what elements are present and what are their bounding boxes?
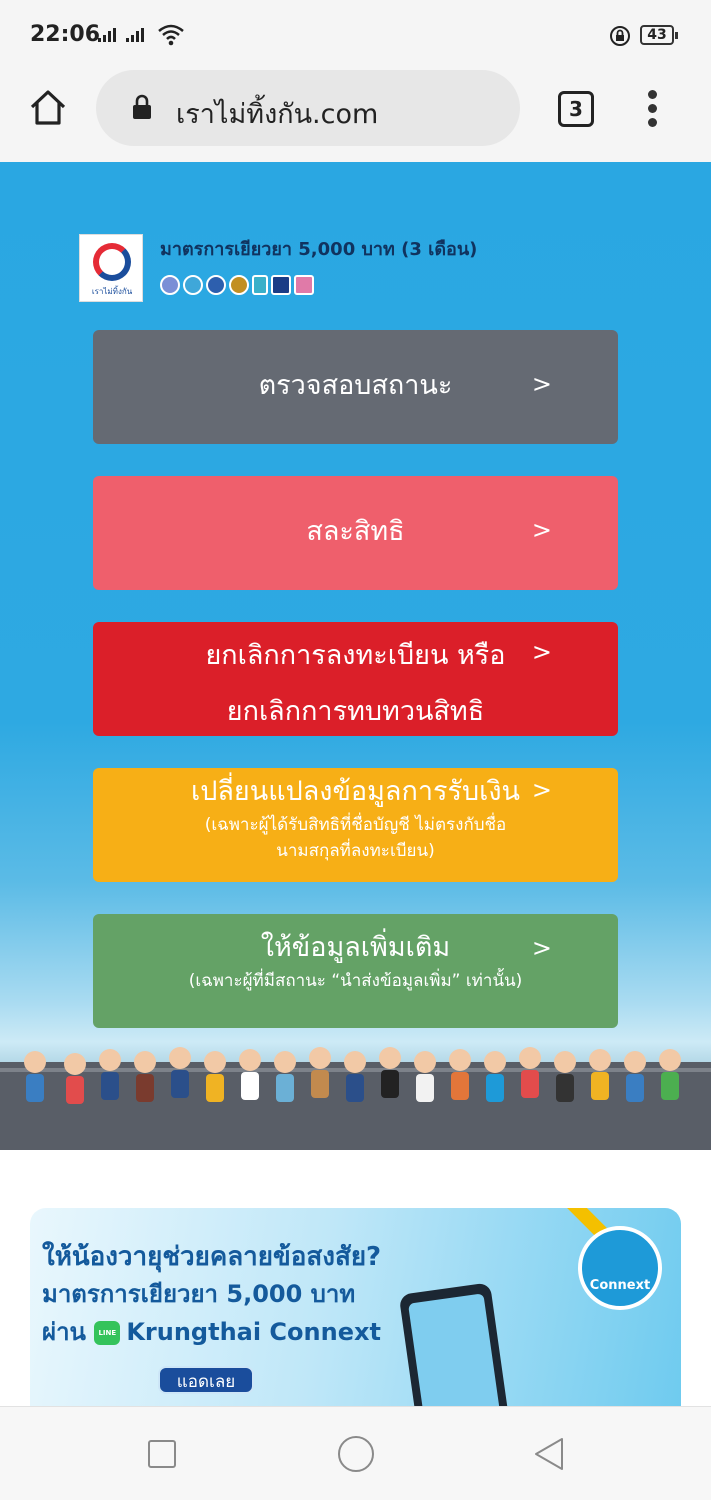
status-bar: 22:06 43 — [0, 0, 711, 70]
banner-channel: ผ่าน LINE Krungthai Connext — [42, 1318, 381, 1346]
line-connext-banner[interactable]: ให้น้องวายุช่วยคลายข้อสงสัย? มาตรการเยีย… — [30, 1208, 681, 1408]
phone-illustration — [398, 1282, 510, 1408]
back-icon[interactable] — [532, 1436, 566, 1472]
battery-icon: 43 — [640, 25, 678, 45]
more-menu-icon[interactable] — [648, 90, 660, 130]
recent-apps-icon[interactable] — [148, 1440, 176, 1468]
crowd-illustration — [24, 1047, 681, 1104]
home-nav-icon[interactable] — [338, 1436, 374, 1472]
browser-toolbar: เราไม่ทิ้งกัน.com 3 — [0, 70, 711, 162]
page-title: มาตรการเยียวยา 5,000 บาท (3 เดือน) — [160, 239, 478, 260]
add-friend-button[interactable]: แอดเลย — [158, 1366, 254, 1394]
main-content: เราไม่ทิ้งกัน มาตรการเยียวยา 5,000 บาท (… — [0, 162, 711, 1150]
system-nav-bar — [0, 1406, 711, 1500]
lock-icon — [133, 94, 151, 119]
cancel-registration-button[interactable]: ยกเลิกการลงทะเบียน หรือ ยกเลิกการทบทวนสิ… — [93, 622, 618, 736]
chevron-right-icon: > — [531, 638, 552, 666]
change-payment-info-button[interactable]: เปลี่ยนแปลงข้อมูลการรับเงิน (เฉพาะผู้ได้… — [93, 768, 618, 882]
chevron-right-icon: > — [531, 934, 552, 962]
chevron-right-icon: > — [531, 370, 552, 398]
home-icon[interactable] — [28, 87, 68, 127]
site-logo: เราไม่ทิ้งกัน — [79, 234, 143, 302]
check-status-button[interactable]: ตรวจสอบสถานะ > — [93, 330, 618, 444]
wifi-icon — [158, 24, 184, 46]
connext-logo: Connext — [578, 1226, 662, 1310]
signal-icon — [126, 28, 144, 42]
waive-rights-button[interactable]: สละสิทธิ > — [93, 476, 618, 590]
line-app-icon: LINE — [94, 1321, 121, 1345]
address-bar[interactable]: เราไม่ทิ้งกัน.com — [96, 70, 520, 146]
chevron-right-icon: > — [531, 776, 552, 804]
tab-switcher-button[interactable]: 3 — [558, 91, 594, 127]
chevron-right-icon: > — [531, 516, 552, 544]
status-time: 22:06 — [30, 22, 101, 47]
url-text: เราไม่ทิ้งกัน.com — [176, 99, 379, 130]
provide-more-info-button[interactable]: ให้ข้อมูลเพิ่มเติม (เฉพาะผู้ที่มีสถานะ “… — [93, 914, 618, 1028]
banner-headline: ให้น้องวายุช่วยคลายข้อสงสัย? — [42, 1242, 382, 1272]
agency-logos — [160, 275, 314, 295]
banner-subline: มาตรการเยียวยา 5,000 บาท — [42, 1280, 356, 1308]
rotation-lock-icon — [610, 26, 630, 46]
signal-icon — [98, 28, 116, 42]
